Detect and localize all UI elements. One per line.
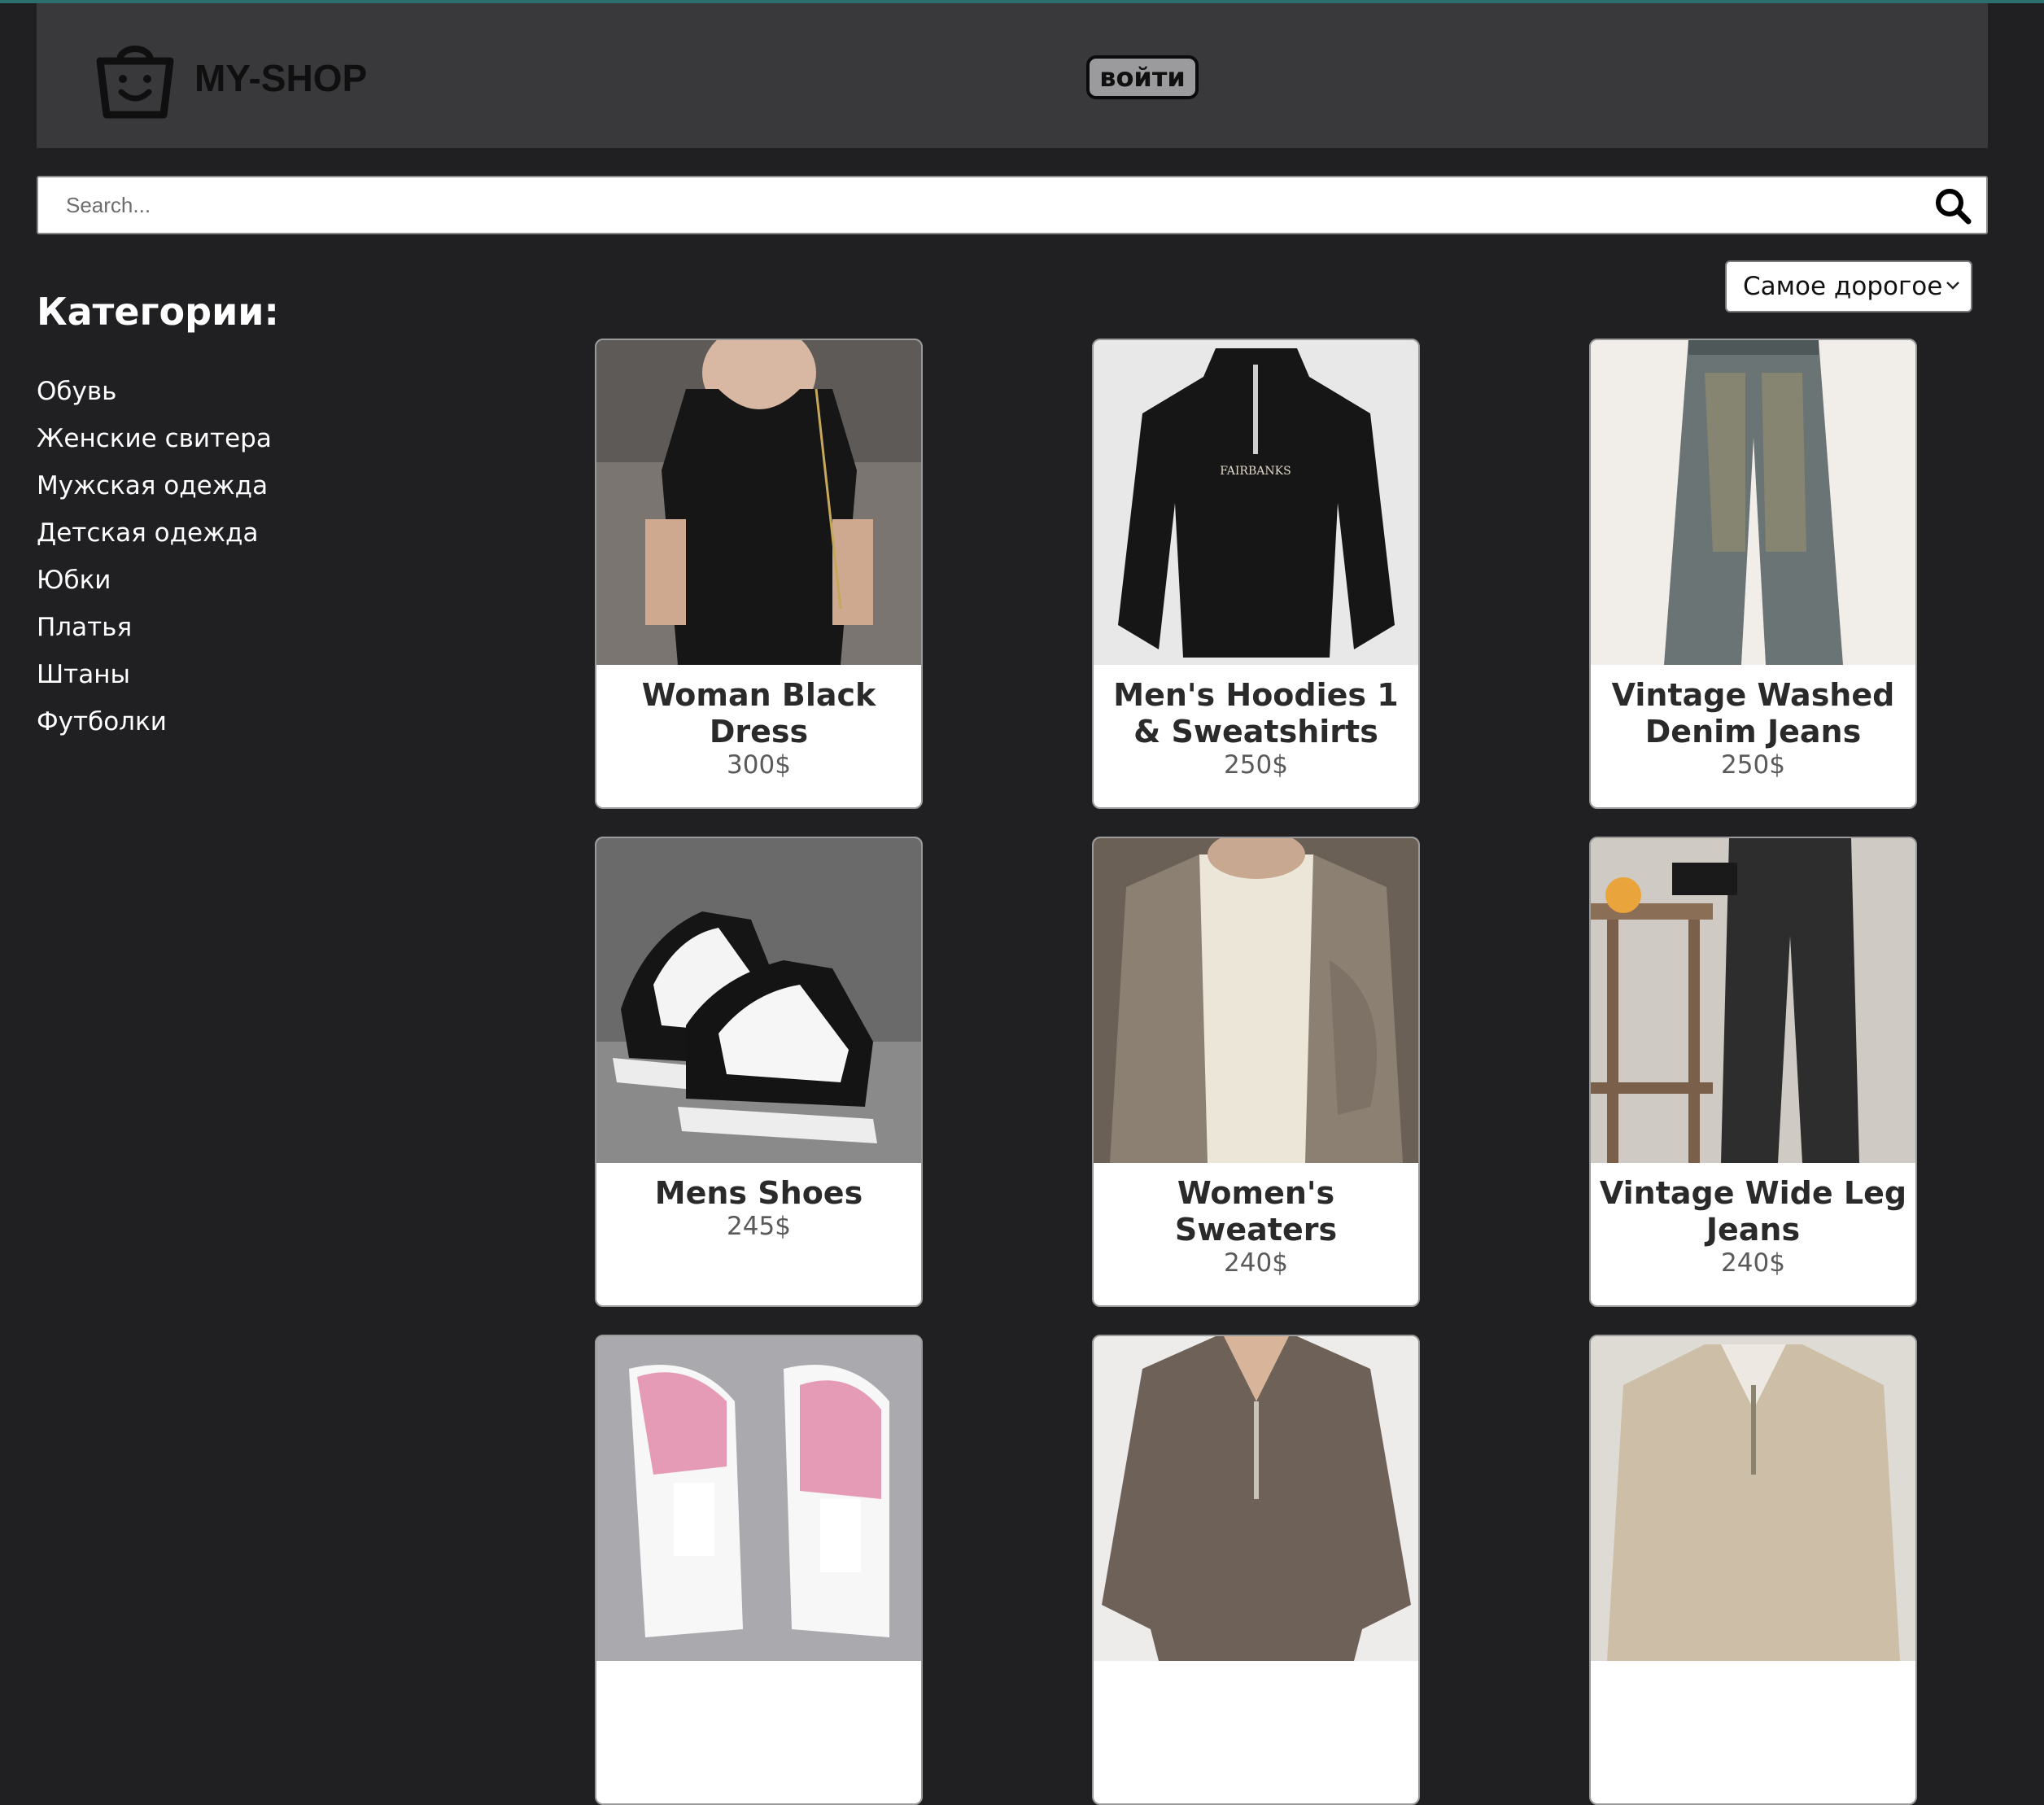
product-info: Vintage Wide Leg Jeans 240$ — [1599, 1175, 1907, 1278]
sort-select[interactable]: Самое дорогое — [1725, 260, 1972, 312]
product-image[interactable] — [1591, 1336, 1915, 1661]
chevron-down-icon — [1946, 282, 1959, 290]
category-item-shoes[interactable]: Обувь — [37, 368, 272, 415]
product-card[interactable]: FAIRBANKS Men's Hoodies 1 & Sweatshirts … — [1092, 339, 1420, 809]
beige-zip-sweater-photo-icon — [1591, 1336, 1915, 1661]
product-card[interactable] — [595, 1335, 923, 1805]
category-item-skirts[interactable]: Юбки — [37, 557, 272, 604]
logo[interactable]: MY-SHOP — [90, 29, 367, 127]
product-card[interactable]: Vintage Wide Leg Jeans 240$ — [1589, 837, 1917, 1307]
product-price: 300$ — [727, 750, 791, 780]
product-name: Mens Shoes — [654, 1175, 863, 1211]
category-item-women-sweaters[interactable]: Женские свитера — [37, 415, 272, 462]
wide-leg-jeans-photo-icon — [1591, 838, 1915, 1163]
login-button[interactable]: войти — [1086, 55, 1199, 99]
black-dress-photo-icon — [596, 340, 921, 665]
product-name: Women's Sweaters — [1174, 1175, 1338, 1248]
product-info: Men's Hoodies 1 & Sweatshirts 250$ — [1102, 677, 1410, 780]
product-image[interactable] — [1094, 1336, 1418, 1661]
washed-jeans-photo-icon — [1591, 340, 1915, 665]
pink-sneakers-photo-icon — [596, 1336, 921, 1661]
product-name: Vintage Wide Leg Jeans — [1599, 1175, 1907, 1248]
search-input[interactable] — [40, 179, 1911, 231]
product-card[interactable]: Woman Black Dress 300$ — [595, 339, 923, 809]
brown-zip-sweater-photo-icon — [1094, 1336, 1418, 1661]
cardigan-photo-icon — [1094, 838, 1418, 1163]
product-card[interactable]: Vintage Washed Denim Jeans 250$ — [1589, 339, 1917, 809]
site-header: MY-SHOP войти — [37, 3, 1988, 148]
category-list: Обувь Женские свитера Мужская одежда Дет… — [37, 368, 272, 745]
product-name: Men's Hoodies 1 & Sweatshirts — [1113, 677, 1399, 750]
product-info: Woman Black Dress 300$ — [605, 677, 913, 780]
category-item-pants[interactable]: Штаны — [37, 651, 272, 698]
category-item-kids-clothing[interactable]: Детская одежда — [37, 509, 272, 557]
logo-text: MY-SHOP — [194, 57, 368, 99]
product-info: Vintage Washed Denim Jeans 250$ — [1599, 677, 1907, 780]
category-item-tshirts[interactable]: Футболки — [37, 698, 272, 745]
product-card[interactable] — [1092, 1335, 1420, 1805]
product-image[interactable] — [596, 1336, 921, 1661]
product-price: 250$ — [1224, 750, 1288, 780]
product-price: 250$ — [1721, 750, 1785, 780]
svg-text:FAIRBANKS: FAIRBANKS — [1220, 465, 1291, 478]
product-card[interactable]: Women's Sweaters 240$ — [1092, 837, 1420, 1307]
search-icon[interactable] — [1934, 187, 1972, 225]
sort-selected-value: Самое дорогое — [1743, 272, 1943, 301]
product-image[interactable] — [1591, 340, 1915, 665]
product-card[interactable]: Mens Shoes 245$ — [595, 837, 923, 1307]
product-price: 240$ — [1721, 1248, 1785, 1278]
product-image[interactable] — [1094, 838, 1418, 1163]
product-image[interactable] — [596, 340, 921, 665]
black-sweatshirt-photo-icon: FAIRBANKS — [1094, 340, 1418, 665]
product-image[interactable] — [596, 838, 921, 1163]
category-item-dresses[interactable]: Платья — [37, 604, 272, 651]
product-info: Mens Shoes 245$ — [605, 1175, 913, 1241]
categories-title: Категории: — [37, 290, 279, 334]
product-card[interactable] — [1589, 1335, 1917, 1805]
product-price: 240$ — [1224, 1248, 1288, 1278]
product-info: Women's Sweaters 240$ — [1102, 1175, 1410, 1278]
product-name: Vintage Washed Denim Jeans — [1611, 677, 1895, 750]
product-image[interactable] — [1591, 838, 1915, 1163]
product-price: 245$ — [727, 1212, 791, 1241]
product-name: Woman Black Dress — [641, 677, 876, 750]
category-item-men-clothing[interactable]: Мужская одежда — [37, 462, 272, 509]
product-image[interactable]: FAIRBANKS — [1094, 340, 1418, 665]
black-white-sneakers-photo-icon — [596, 838, 921, 1163]
shopping-bag-icon — [96, 46, 174, 119]
search-bar — [37, 176, 1988, 234]
